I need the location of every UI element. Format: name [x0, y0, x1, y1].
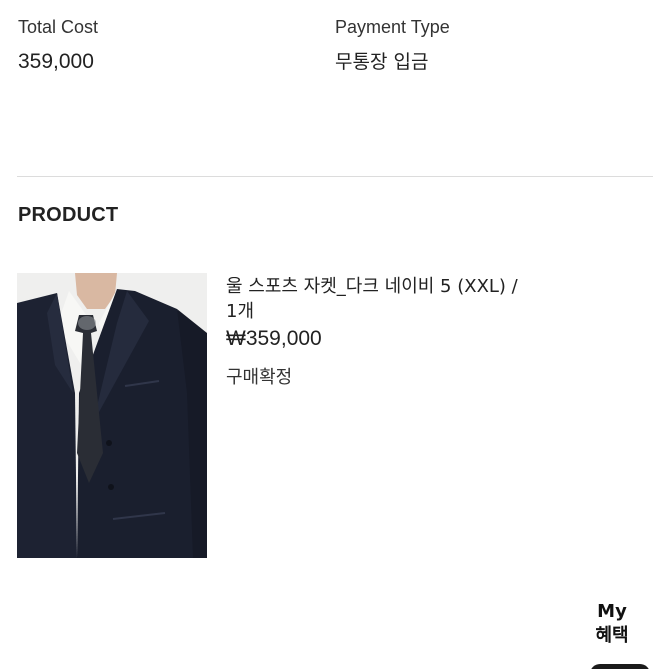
- order-summary: Total Cost 359,000 Payment Type 무통장 입금: [0, 0, 669, 100]
- my-benefit-button[interactable]: My 혜택: [586, 600, 638, 648]
- jacket-illustration: [17, 273, 207, 558]
- payment-type-block: Payment Type 무통장 입금: [335, 15, 450, 76]
- benefit-line2: 혜택: [595, 625, 629, 646]
- product-quantity: 1개: [226, 301, 255, 322]
- product-name[interactable]: 울 스포츠 자켓_다크 네이비 5 (XXL) / 1개: [226, 274, 566, 324]
- total-cost-block: Total Cost 359,000: [18, 15, 98, 76]
- section-divider: [17, 176, 653, 177]
- product-name-line1: 울 스포츠 자켓_다크 네이비 5 (XXL) /: [226, 276, 518, 297]
- payment-type-label: Payment Type: [335, 17, 450, 37]
- total-cost-value: 359,000: [18, 50, 94, 73]
- floating-pill-button[interactable]: [590, 664, 650, 669]
- product-section-title: PRODUCT: [18, 204, 119, 226]
- product-info: 울 스포츠 자켓_다크 네이비 5 (XXL) / 1개 ₩359,000 구매…: [226, 274, 566, 391]
- order-status: 구매확정: [226, 367, 293, 388]
- product-price: ₩359,000: [226, 327, 322, 350]
- payment-type-value: 무통장 입금: [335, 51, 429, 73]
- product-image[interactable]: [17, 273, 207, 558]
- benefit-line1: My: [597, 601, 627, 622]
- total-cost-label: Total Cost: [18, 17, 99, 37]
- order-detail-page: Total Cost 359,000 Payment Type 무통장 입금 P…: [0, 0, 669, 669]
